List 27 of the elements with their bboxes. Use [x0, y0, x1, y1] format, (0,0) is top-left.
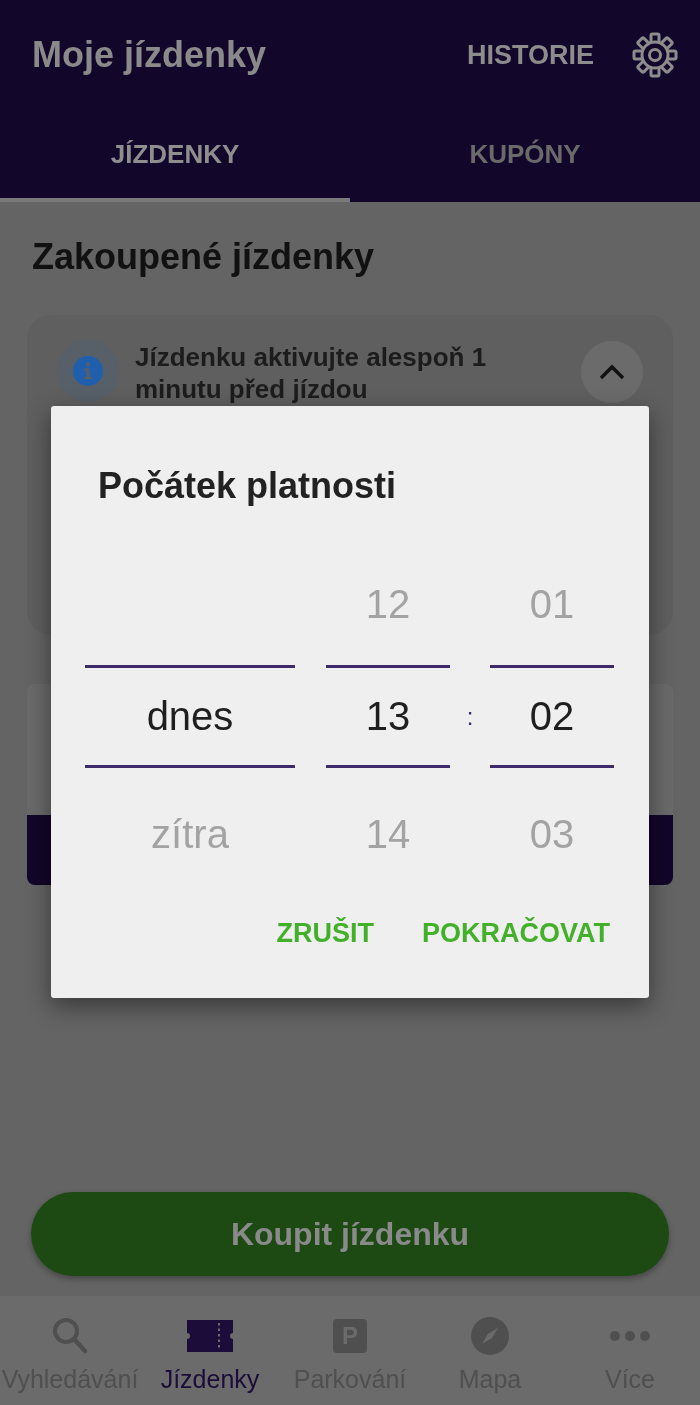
picker-option[interactable]: 14	[365, 811, 411, 857]
picker-option[interactable]: 02	[529, 694, 575, 739]
nav-item[interactable]: Jízdenky	[160, 1365, 260, 1394]
buy-ticket-button[interactable]: Koupit jízdenku	[31, 1192, 669, 1276]
tab[interactable]: KUPÓNY	[350, 110, 700, 202]
info-text: Jízdenku aktivujte alespoň 1 minutu před jízdou	[135, 341, 488, 405]
dialog-title: Počátek platnosti	[98, 464, 398, 508]
history-button[interactable]: HISTORIE	[466, 39, 594, 71]
picker-option[interactable]: zítra	[151, 811, 229, 857]
picker-option[interactable]: dnes	[146, 694, 234, 739]
more-icon	[609, 1330, 651, 1342]
app-title: Moje jízdenky	[32, 34, 268, 76]
info-icon	[57, 340, 119, 402]
picker-option[interactable]: 12	[365, 581, 411, 627]
picker-option[interactable]: 03	[529, 811, 575, 857]
chevron-icon	[599, 364, 625, 380]
ticket-icon	[187, 1320, 233, 1352]
picker-option[interactable]: 13	[365, 694, 411, 739]
time-separator: :	[466, 702, 474, 731]
section-heading: Zakoupené jízdenky	[32, 235, 376, 279]
tab[interactable]: JÍZDENKY	[0, 110, 350, 202]
dialog-button[interactable]: ZRUŠIT	[268, 910, 382, 957]
search-icon	[50, 1316, 90, 1356]
dialog-button[interactable]: POKRAČOVAT	[414, 910, 618, 957]
settings-icon[interactable]	[632, 32, 678, 78]
picker-option[interactable]: 01	[529, 581, 575, 627]
compass-icon	[471, 1317, 509, 1355]
